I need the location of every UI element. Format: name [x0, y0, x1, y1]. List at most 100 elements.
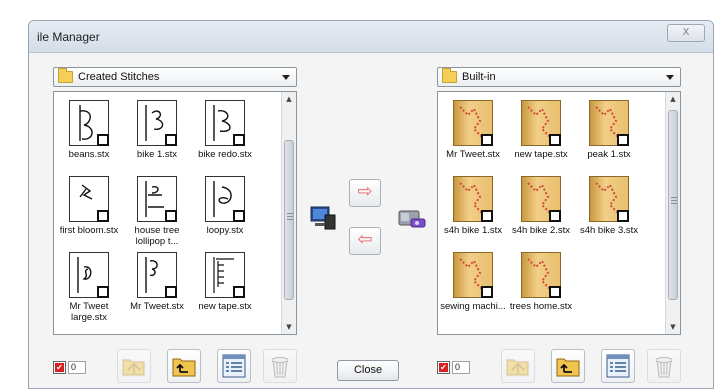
- computer-icon: [309, 205, 337, 231]
- stitch-thumbnail-icon: [69, 252, 109, 298]
- title-bar[interactable]: ile Manager X: [29, 21, 713, 53]
- file-item[interactable]: peak 1.stx: [576, 100, 642, 176]
- file-item[interactable]: first bloom.stx: [56, 176, 122, 252]
- builtin-stitch-thumbnail-icon: [521, 252, 561, 298]
- left-folder-label: Created Stitches: [78, 71, 160, 83]
- file-item[interactable]: sewing machi...: [440, 252, 506, 328]
- file-name: trees home.stx: [509, 301, 573, 312]
- view-mode-button[interactable]: [601, 349, 635, 383]
- delete-button[interactable]: [263, 349, 297, 383]
- right-file-list[interactable]: Mr Tweet.stx new tape.stx peak 1.stx s4h…: [437, 91, 681, 335]
- file-item[interactable]: house tree lollipop t...: [124, 176, 190, 252]
- file-item[interactable]: beans.stx: [56, 100, 122, 176]
- file-name: bike 1.stx: [136, 149, 178, 160]
- sewing-machine-icon: [397, 205, 426, 231]
- window-close-button[interactable]: X: [667, 24, 705, 42]
- file-item[interactable]: bike redo.stx: [192, 100, 258, 176]
- file-name: peak 1.stx: [587, 149, 631, 160]
- parent-folder-button[interactable]: [167, 349, 201, 383]
- file-name: s4h bike 3.stx: [579, 225, 639, 236]
- left-file-list[interactable]: beans.stx bike 1.stx bike redo.stx first…: [53, 91, 297, 335]
- builtin-stitch-thumbnail-icon: [453, 252, 493, 298]
- scroll-down-icon[interactable]: ▼: [282, 320, 296, 334]
- right-scrollbar[interactable]: ▲ ▼: [665, 92, 680, 334]
- file-item[interactable]: Mr Tweet large.stx: [56, 252, 122, 328]
- file-item[interactable]: s4h bike 1.stx: [440, 176, 506, 252]
- file-manager-window: ile Manager X Created Stitches beans.stx: [28, 20, 714, 389]
- file-name: sewing machi...: [440, 301, 506, 312]
- window-title: ile Manager: [37, 30, 100, 44]
- folder-up-icon: [172, 358, 196, 377]
- arrow-left-icon: ⇦: [357, 229, 373, 250]
- list-view-icon: [222, 354, 246, 378]
- copy-to-left-button[interactable]: ⇦: [349, 227, 381, 255]
- close-button[interactable]: Close: [337, 360, 399, 381]
- chevron-down-icon: [666, 75, 674, 80]
- file-name: house tree lollipop t...: [134, 225, 180, 247]
- file-item[interactable]: trees home.stx: [508, 252, 574, 328]
- file-item[interactable]: s4h bike 3.stx: [576, 176, 642, 252]
- stitch-thumbnail-icon: [69, 100, 109, 146]
- file-name: Mr Tweet.stx: [130, 301, 184, 312]
- builtin-stitch-thumbnail-icon: [521, 100, 561, 146]
- stitch-thumbnail-icon: [137, 100, 177, 146]
- builtin-stitch-thumbnail-icon: [589, 176, 629, 222]
- view-mode-button[interactable]: [217, 349, 251, 383]
- selected-count: 0: [452, 361, 470, 374]
- builtin-stitch-thumbnail-icon: [589, 100, 629, 146]
- check-icon: ✔: [55, 363, 64, 372]
- folder-icon: [58, 68, 73, 83]
- folder-icon: [442, 68, 457, 83]
- right-folder-dropdown[interactable]: Built-in: [437, 67, 681, 87]
- scroll-up-icon[interactable]: ▲: [282, 92, 296, 106]
- select-all-checkbox[interactable]: ✔: [437, 361, 450, 374]
- file-name: first bloom.stx: [59, 225, 119, 236]
- list-view-icon: [606, 354, 630, 378]
- parent-folder-button[interactable]: [551, 349, 585, 383]
- chevron-down-icon: [282, 75, 290, 80]
- builtin-stitch-thumbnail-icon: [453, 176, 493, 222]
- trash-icon: [655, 357, 673, 378]
- file-name: bike redo.stx: [198, 149, 252, 160]
- file-name: new tape.stx: [514, 149, 568, 160]
- stitch-thumbnail-icon: [205, 176, 245, 222]
- file-name: new tape.stx: [198, 301, 252, 312]
- file-item[interactable]: new tape.stx: [508, 100, 574, 176]
- open-folder-button[interactable]: [501, 349, 535, 383]
- file-item[interactable]: s4h bike 2.stx: [508, 176, 574, 252]
- scroll-thumb[interactable]: [668, 110, 678, 300]
- right-folder-label: Built-in: [462, 71, 496, 83]
- open-folder-icon: [122, 359, 145, 376]
- file-item[interactable]: new tape.stx: [192, 252, 258, 328]
- left-scrollbar[interactable]: ▲ ▼: [281, 92, 296, 334]
- file-item[interactable]: loopy.stx: [192, 176, 258, 252]
- open-folder-icon: [506, 359, 529, 376]
- stitch-thumbnail-icon: [69, 176, 109, 222]
- file-item[interactable]: bike 1.stx: [124, 100, 190, 176]
- selected-count: 0: [68, 361, 86, 374]
- file-name: Mr Tweet.stx: [446, 149, 500, 160]
- file-name: Mr Tweet large.stx: [69, 301, 109, 323]
- arrow-right-icon: ⇨: [357, 181, 373, 202]
- open-folder-button[interactable]: [117, 349, 151, 383]
- copy-to-right-button[interactable]: ⇨: [349, 179, 381, 207]
- left-folder-dropdown[interactable]: Created Stitches: [53, 67, 297, 87]
- stitch-thumbnail-icon: [137, 176, 177, 222]
- file-name: loopy.stx: [206, 225, 244, 236]
- folder-up-icon: [556, 358, 580, 377]
- builtin-stitch-thumbnail-icon: [453, 100, 493, 146]
- check-icon: ✔: [439, 363, 448, 372]
- file-name: s4h bike 1.stx: [443, 225, 503, 236]
- scroll-up-icon[interactable]: ▲: [666, 92, 680, 106]
- stitch-thumbnail-icon: [205, 252, 245, 298]
- delete-button[interactable]: [647, 349, 681, 383]
- stitch-thumbnail-icon: [205, 100, 245, 146]
- file-item[interactable]: Mr Tweet.stx: [440, 100, 506, 176]
- file-item[interactable]: Mr Tweet.stx: [124, 252, 190, 328]
- trash-icon: [271, 357, 289, 378]
- file-name: beans.stx: [68, 149, 110, 160]
- scroll-thumb[interactable]: [284, 140, 294, 300]
- scroll-down-icon[interactable]: ▼: [666, 320, 680, 334]
- select-all-checkbox[interactable]: ✔: [53, 361, 66, 374]
- builtin-stitch-thumbnail-icon: [521, 176, 561, 222]
